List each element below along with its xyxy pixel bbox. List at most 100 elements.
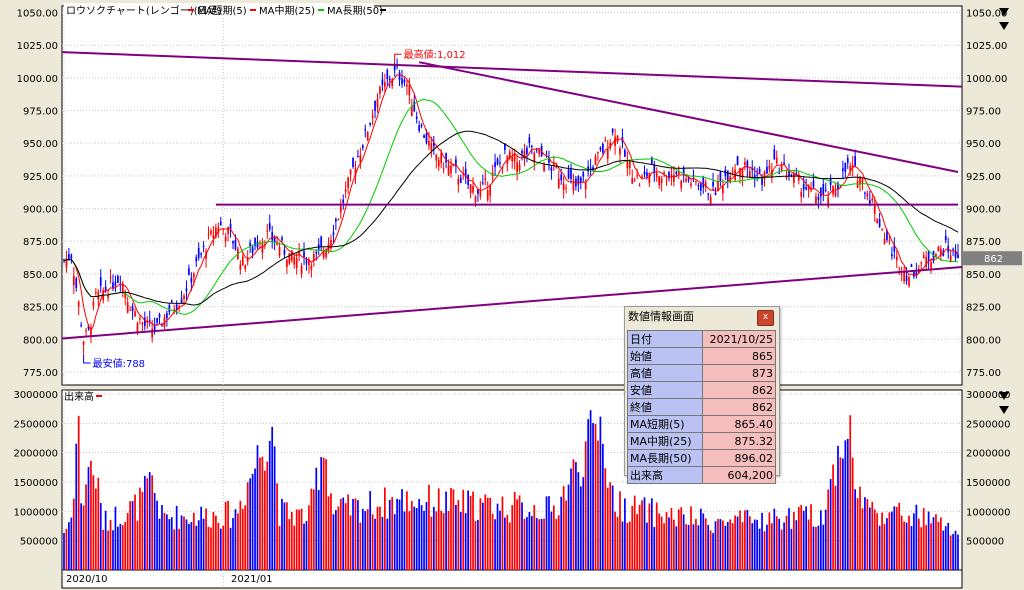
volume-bar bbox=[511, 505, 514, 570]
candle-body bbox=[430, 143, 433, 152]
candle-body bbox=[650, 157, 653, 164]
low-annotation: 最安値:788 bbox=[93, 357, 145, 370]
volume-bar bbox=[856, 498, 859, 570]
volume-bar bbox=[601, 443, 604, 570]
candle-body bbox=[80, 325, 83, 327]
volume-bar bbox=[516, 499, 518, 570]
candle-body bbox=[626, 160, 629, 169]
candle-body bbox=[347, 177, 349, 188]
volume-bar bbox=[565, 500, 567, 570]
candle-body bbox=[357, 155, 359, 157]
close-button[interactable]: x bbox=[757, 310, 774, 326]
volume-bar bbox=[156, 500, 158, 570]
candle-body bbox=[151, 328, 154, 338]
candle-body bbox=[937, 247, 940, 252]
candle-body bbox=[494, 162, 496, 168]
volume-bar bbox=[178, 529, 180, 570]
candlestick-chart[interactable]: 1050.00 1050.001025.00 1025.001000.00 1000.… bbox=[0, 0, 1024, 590]
candle-body bbox=[900, 274, 903, 276]
candle-body bbox=[481, 182, 484, 184]
volume-tick-left: 1000000 bbox=[13, 507, 58, 518]
candle-body bbox=[631, 178, 634, 184]
volume-bar bbox=[286, 502, 288, 570]
volume-bar bbox=[793, 511, 795, 570]
candle-body bbox=[447, 164, 450, 175]
candle-body bbox=[168, 305, 171, 313]
volume-bar bbox=[575, 462, 577, 570]
candle-body bbox=[486, 190, 489, 200]
candle-body bbox=[557, 178, 560, 188]
volume-bar bbox=[631, 505, 634, 570]
candle-body bbox=[364, 129, 367, 131]
date-label-oct: 2020/10 bbox=[66, 574, 108, 585]
volume-bar bbox=[403, 511, 406, 570]
candle-body bbox=[636, 175, 638, 177]
candle-body bbox=[479, 190, 482, 197]
volume-bar bbox=[352, 498, 354, 570]
volume-bar bbox=[699, 508, 702, 570]
volume-bar bbox=[553, 505, 555, 570]
volume-bar bbox=[406, 491, 408, 570]
volume-bar bbox=[219, 528, 222, 570]
scroll-arrow-icon[interactable] bbox=[999, 22, 1009, 30]
volume-bar bbox=[192, 512, 195, 570]
candle-body bbox=[819, 187, 822, 197]
candle-body bbox=[658, 176, 661, 186]
volume-bar bbox=[481, 502, 484, 570]
volume-bar bbox=[143, 475, 146, 570]
volume-bar bbox=[379, 506, 381, 570]
volume-bar bbox=[491, 513, 494, 570]
legend-ma-mid: MA中期(25) bbox=[259, 4, 315, 17]
volume-bar bbox=[457, 500, 460, 570]
volume-bar bbox=[773, 508, 776, 570]
info-row: 出来高 604,200 bbox=[627, 466, 776, 484]
volume-bar bbox=[173, 529, 176, 570]
volume-bar bbox=[391, 497, 394, 570]
volume-bar bbox=[648, 503, 651, 570]
volume-bar bbox=[548, 496, 550, 570]
candle-body bbox=[295, 258, 298, 269]
price-tick-left: 925.00 bbox=[23, 172, 58, 183]
price-tick-right: 875.00 bbox=[966, 237, 1001, 248]
volume-bar bbox=[871, 501, 874, 570]
candle-body bbox=[611, 129, 614, 133]
info-label: MA中期(25) bbox=[627, 432, 703, 450]
candle-body bbox=[871, 198, 874, 201]
volume-bar bbox=[85, 484, 87, 570]
volume-bar bbox=[119, 523, 122, 570]
scroll-arrow-icon[interactable] bbox=[999, 406, 1009, 414]
volume-bar bbox=[905, 522, 908, 570]
volume-bar bbox=[829, 479, 832, 570]
volume-bar bbox=[386, 518, 389, 570]
info-panel[interactable]: 数値情報画面 x 日付 2021/10/25 始値 865 高値 873 安値 862 … bbox=[624, 306, 780, 484]
volume-bar bbox=[190, 522, 193, 570]
info-value: 862 bbox=[702, 381, 776, 399]
candle-body bbox=[665, 181, 668, 183]
volume-bar bbox=[293, 525, 296, 570]
price-tick-right: 800.00 bbox=[966, 335, 1001, 346]
candle-body bbox=[251, 246, 254, 253]
current-price-label: 862 bbox=[984, 254, 1003, 265]
volume-bar bbox=[486, 497, 489, 570]
volume-bar bbox=[854, 489, 856, 570]
volume-bar bbox=[90, 460, 92, 570]
candle-body bbox=[736, 156, 739, 166]
info-row: 始値 865 bbox=[627, 347, 776, 365]
volume-bar bbox=[839, 457, 842, 570]
candle-body bbox=[339, 206, 342, 213]
volume-bar bbox=[327, 496, 330, 570]
price-tick-left: 875.00 bbox=[23, 237, 58, 248]
volume-bar bbox=[930, 523, 932, 570]
candle-body bbox=[822, 183, 825, 195]
candle-body bbox=[697, 185, 700, 187]
volume-bar bbox=[690, 506, 692, 570]
candle-body bbox=[202, 246, 205, 248]
volume-bar bbox=[239, 500, 242, 570]
candle-body bbox=[680, 180, 683, 188]
volume-bar bbox=[533, 505, 536, 570]
candle-body bbox=[477, 189, 479, 194]
candle-body bbox=[834, 190, 837, 196]
volume-bar bbox=[161, 505, 163, 570]
volume-bar bbox=[72, 498, 75, 570]
volume-tick-left: 3000000 bbox=[13, 390, 58, 401]
